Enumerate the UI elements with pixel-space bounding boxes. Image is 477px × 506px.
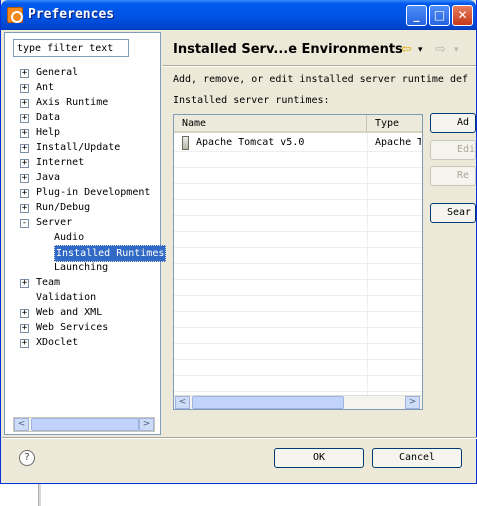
scroll-left-button[interactable]: < [14, 418, 29, 431]
tree-horizontal-scrollbar[interactable]: < > [13, 417, 155, 432]
edit-button[interactable]: Edi [430, 140, 476, 160]
tree-item-label: Plug-in Development [36, 187, 151, 198]
expand-icon[interactable]: + [20, 84, 29, 93]
tree-item-label: Server [36, 217, 73, 228]
tree-item-label: Help [36, 127, 61, 138]
title-bar[interactable]: Preferences _ □ ✕ [1, 0, 476, 30]
tree-item-audio[interactable]: Audio [5, 230, 160, 245]
tree-item-general[interactable]: + General [5, 65, 160, 80]
search-button[interactable]: Sear [430, 203, 476, 223]
back-dropdown-icon[interactable]: ▾ [418, 45, 423, 55]
expand-icon[interactable]: + [20, 174, 29, 183]
tree-item-label: Run/Debug [36, 202, 91, 213]
expand-icon[interactable]: + [20, 159, 29, 168]
column-header-name[interactable]: Name [174, 115, 367, 133]
server-icon [182, 136, 189, 150]
tree-item-label: General [36, 67, 79, 78]
header-separator [163, 65, 476, 67]
forward-dropdown-icon[interactable]: ▾ [454, 45, 459, 55]
table-scroll-right-button[interactable]: > [405, 396, 420, 409]
tree-item-java[interactable]: + Java [5, 170, 160, 185]
expand-icon[interactable]: + [20, 144, 29, 153]
preference-tree-pane: + General + Ant + Axis Runtime + Data + Help + Inst… [4, 32, 167, 435]
tree-item-web-services[interactable]: + Web Services [5, 320, 160, 335]
maximize-button[interactable]: □ [429, 5, 450, 26]
expand-icon[interactable]: + [20, 69, 29, 78]
column-header-type[interactable]: Type [367, 115, 422, 133]
tree-item-label: Internet [36, 157, 85, 168]
tree-item-label: Web and XML [36, 307, 103, 318]
help-icon[interactable]: ? [19, 450, 35, 466]
ok-button[interactable]: OK [274, 448, 364, 468]
tree-item-internet[interactable]: + Internet [5, 155, 160, 170]
tree-item-label: Validation [36, 292, 97, 303]
tree-item-xdoclet[interactable]: + XDoclet [5, 335, 160, 350]
tree-item-run-debug[interactable]: + Run/Debug [5, 200, 160, 215]
server-runtimes-table: Name Type Apache Tomcat v5.0 Apache T < … [173, 114, 423, 410]
filter-input[interactable] [13, 39, 129, 57]
table-horizontal-scrollbar[interactable]: < > [174, 395, 422, 409]
tree-item-label: Install/Update [36, 142, 121, 153]
eclipse-app-icon [7, 7, 23, 23]
expand-icon[interactable]: + [20, 114, 29, 123]
close-button[interactable]: ✕ [452, 5, 473, 26]
tree-item-label: Launching [54, 262, 109, 273]
tree-item-label: XDoclet [36, 337, 79, 348]
tree-item-validation[interactable]: Validation [5, 290, 160, 305]
expand-icon[interactable]: + [20, 99, 29, 108]
tree-item-help[interactable]: + Help [5, 125, 160, 140]
expand-icon[interactable]: + [20, 189, 29, 198]
expand-icon[interactable]: + [20, 279, 29, 288]
tree-item-axis-runtime[interactable]: + Axis Runtime [5, 95, 160, 110]
tree-item-label: Audio [54, 232, 85, 243]
tree-item-team[interactable]: + Team [5, 275, 160, 290]
scroll-thumb[interactable] [31, 418, 139, 431]
back-arrow-icon[interactable]: ⇦ [401, 42, 412, 57]
page-description: Add, remove, or edit installed server ru… [173, 74, 469, 85]
runtimes-list-label: Installed server runtimes: [173, 95, 330, 106]
tree-item-web-and-xml[interactable]: + Web and XML [5, 305, 160, 320]
footer-separator [2, 437, 477, 439]
cancel-button[interactable]: Cancel [372, 448, 462, 468]
expand-icon[interactable]: + [20, 339, 29, 348]
tree-item-data[interactable]: + Data [5, 110, 160, 125]
tree-item-plug-in-development[interactable]: + Plug-in Development [5, 185, 160, 200]
window-title: Preferences [28, 7, 115, 22]
minimize-button[interactable]: _ [406, 5, 427, 26]
tree-item-server[interactable]: - Server [5, 215, 160, 230]
table-scroll-thumb[interactable] [192, 396, 344, 409]
tree-item-install-update[interactable]: + Install/Update [5, 140, 160, 155]
expand-icon[interactable]: + [20, 324, 29, 333]
expand-icon[interactable]: + [20, 309, 29, 318]
forward-arrow-icon[interactable]: ⇨ [435, 42, 446, 57]
runtime-name-cell[interactable]: Apache Tomcat v5.0 [196, 135, 364, 151]
page-title: Installed Serv...e Environments [173, 42, 403, 57]
expand-icon[interactable]: + [20, 204, 29, 213]
table-scroll-left-button[interactable]: < [175, 396, 190, 409]
remove-button[interactable]: Re [430, 166, 476, 186]
tree-item-label: Ant [36, 82, 55, 93]
tree-item-installed-runtimes[interactable]: Installed Runtimes [5, 245, 167, 262]
scroll-right-button[interactable]: > [139, 418, 154, 431]
expand-icon[interactable]: + [20, 129, 29, 138]
tree-item-label: Axis Runtime [36, 97, 109, 108]
tree-item-ant[interactable]: + Ant [5, 80, 160, 95]
preference-page: Installed Serv...e Environments ⇦ ▾ ⇨ ▾ … [163, 32, 476, 435]
preferences-window: Preferences _ □ ✕ + General + Ant + Axis Runt… [0, 0, 477, 484]
tree-item-label: Data [36, 112, 61, 123]
tree-item-label: Web Services [36, 322, 109, 333]
tree-item-label: Team [36, 277, 61, 288]
background-decoration [38, 484, 41, 506]
add-button[interactable]: Ad [430, 113, 476, 133]
runtime-type-cell[interactable]: Apache T [375, 135, 421, 151]
tree-item-label: Java [36, 172, 61, 183]
tree-item-launching[interactable]: Launching [5, 260, 160, 275]
collapse-icon[interactable]: - [20, 219, 29, 228]
